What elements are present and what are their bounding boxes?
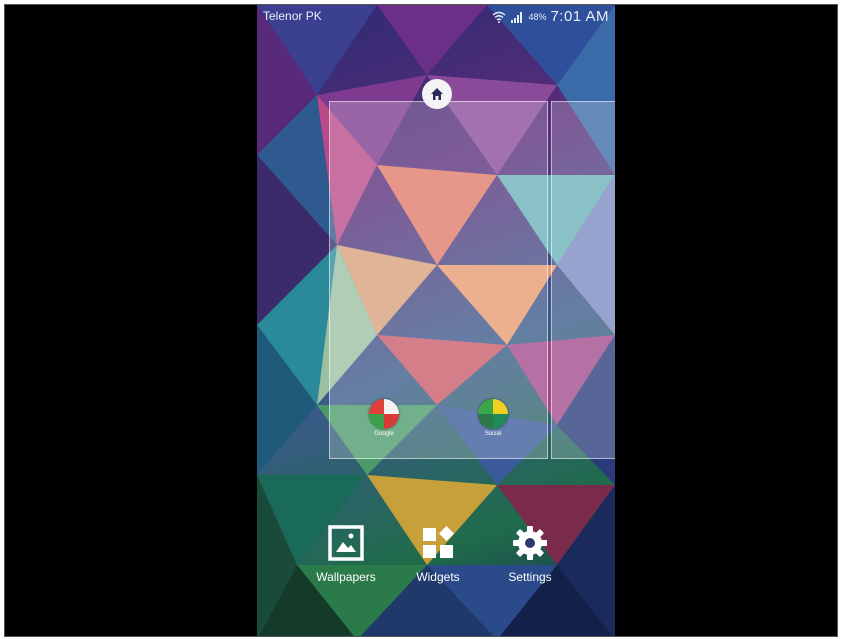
carrier-name: Telenor PK [263, 9, 322, 23]
home-page-panel[interactable] [329, 101, 548, 459]
default-home-page-button[interactable] [422, 79, 452, 109]
status-icons: 48% 7:01 AM [492, 8, 609, 25]
settings-label: Settings [508, 570, 552, 584]
folder-icon [478, 399, 508, 429]
folder-social[interactable]: Social [473, 399, 513, 437]
widgets-label: Widgets [416, 570, 460, 584]
folder-google[interactable]: Google [364, 399, 404, 437]
battery-percent: 48% [528, 11, 547, 22]
status-bar: Telenor PK 48% 7:01 AM [257, 5, 615, 27]
wallpapers-button[interactable]: Wallpapers [306, 523, 386, 584]
phone-screen: Telenor PK 48% 7:01 AM Google Social Wal… [257, 5, 615, 636]
widgets-icon [423, 526, 454, 558]
folder-label: Google [374, 431, 394, 437]
home-icon [431, 88, 443, 100]
edit-mode-actions: Wallpapers Widgets Settings [257, 523, 615, 593]
folder-label: Social [484, 431, 502, 437]
wallpaper-icon [328, 525, 364, 561]
gear-icon [513, 526, 547, 560]
settings-button[interactable]: Settings [490, 523, 570, 584]
widgets-button[interactable]: Widgets [398, 523, 478, 584]
wallpapers-label: Wallpapers [316, 570, 376, 584]
folder-icon [369, 399, 399, 429]
signal-icon [511, 11, 523, 23]
screenshot-frame: Telenor PK 48% 7:01 AM Google Social Wal… [4, 4, 838, 637]
clock: 7:01 AM [550, 8, 609, 25]
next-page-panel[interactable] [551, 101, 615, 459]
wifi-icon [492, 11, 506, 23]
